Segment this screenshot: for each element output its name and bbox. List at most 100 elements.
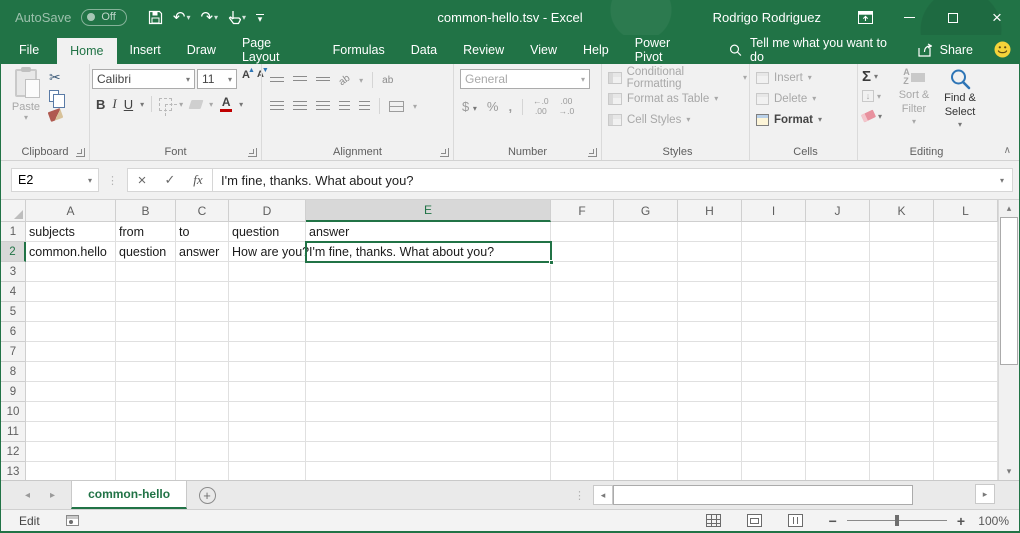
underline-button[interactable]: U	[124, 97, 133, 112]
cell-C7[interactable]	[176, 342, 229, 362]
row-header-4[interactable]: 4	[1, 282, 26, 302]
bold-button[interactable]: B	[96, 97, 105, 112]
column-header-G[interactable]: G	[614, 200, 678, 222]
ribbon-display-options-icon[interactable]	[843, 0, 887, 35]
cell-F8[interactable]	[551, 362, 614, 382]
undo-icon[interactable]: ↶▾	[170, 8, 194, 27]
sheet-nav-left-icon[interactable]: ◂	[25, 490, 30, 501]
cell-J10[interactable]	[806, 402, 870, 422]
scroll-left-icon[interactable]: ◂	[593, 485, 613, 505]
cell-E6[interactable]	[306, 322, 551, 342]
cell-F5[interactable]	[551, 302, 614, 322]
wrap-text-button[interactable]: ab	[382, 75, 393, 86]
cell-B12[interactable]	[116, 442, 176, 462]
cell-D8[interactable]	[229, 362, 306, 382]
cell-E12[interactable]	[306, 442, 551, 462]
cell-F3[interactable]	[551, 262, 614, 282]
sheet-tab-common-hello[interactable]: common-hello	[71, 481, 187, 509]
zoom-slider-thumb[interactable]	[895, 515, 899, 526]
sheet-nav-right-icon[interactable]: ▸	[50, 490, 55, 501]
cell-G8[interactable]	[614, 362, 678, 382]
touch-mode-dropdown-icon[interactable]: ▾	[242, 14, 246, 22]
cell-F6[interactable]	[551, 322, 614, 342]
cell-B1[interactable]: from	[116, 222, 176, 242]
cell-A1[interactable]: subjects	[26, 222, 116, 242]
cell-D2[interactable]: How are you?	[229, 242, 306, 262]
row-header-8[interactable]: 8	[1, 362, 26, 382]
cell-H8[interactable]	[678, 362, 742, 382]
cell-L13[interactable]	[934, 462, 998, 480]
cell-G7[interactable]	[614, 342, 678, 362]
tab-data[interactable]: Data	[398, 35, 450, 64]
paste-dropdown-icon[interactable]: ▾	[24, 113, 28, 122]
cell-K2[interactable]	[870, 242, 934, 262]
cell-F10[interactable]	[551, 402, 614, 422]
cell-L8[interactable]	[934, 362, 998, 382]
cell-G11[interactable]	[614, 422, 678, 442]
minimize-button[interactable]	[887, 0, 931, 35]
cell-F9[interactable]	[551, 382, 614, 402]
cell-E7[interactable]	[306, 342, 551, 362]
middle-align-button[interactable]	[293, 76, 307, 84]
row-header-10[interactable]: 10	[1, 402, 26, 422]
column-header-E[interactable]: E	[306, 200, 551, 222]
underline-dropdown-icon[interactable]: ▾	[140, 100, 144, 109]
cell-G10[interactable]	[614, 402, 678, 422]
horizontal-scrollbar[interactable]: ◂	[593, 481, 973, 509]
cell-C5[interactable]	[176, 302, 229, 322]
cell-L11[interactable]	[934, 422, 998, 442]
cell-A10[interactable]	[26, 402, 116, 422]
font-name-combo[interactable]: Calibri▾	[92, 69, 195, 89]
cell-J3[interactable]	[806, 262, 870, 282]
column-header-K[interactable]: K	[870, 200, 934, 222]
cell-A2[interactable]: common.hello	[26, 242, 116, 262]
vertical-scrollbar[interactable]: ▴ ▾	[998, 200, 1019, 480]
tab-insert[interactable]: Insert	[117, 35, 174, 64]
cell-J5[interactable]	[806, 302, 870, 322]
cell-L6[interactable]	[934, 322, 998, 342]
cell-D13[interactable]	[229, 462, 306, 480]
format-cells-button[interactable]: Format▾	[756, 111, 822, 128]
sort-filter-button[interactable]: AZ Sort & Filter ▾	[892, 68, 936, 127]
cell-C13[interactable]	[176, 462, 229, 480]
cell-D10[interactable]	[229, 402, 306, 422]
scroll-right-icon[interactable]: ▸	[975, 484, 995, 504]
cell-B10[interactable]	[116, 402, 176, 422]
cell-F12[interactable]	[551, 442, 614, 462]
column-header-I[interactable]: I	[742, 200, 806, 222]
cell-H3[interactable]	[678, 262, 742, 282]
font-size-combo[interactable]: 11▾	[197, 69, 237, 89]
bottom-align-button[interactable]	[316, 77, 330, 84]
format-painter-button[interactable]	[49, 107, 65, 123]
increase-indent-button[interactable]	[359, 101, 370, 111]
cell-E1[interactable]: answer	[306, 222, 551, 242]
customize-qat-icon[interactable]: ▾	[253, 12, 267, 24]
align-left-button[interactable]	[270, 101, 284, 111]
cut-button[interactable]: ✂	[49, 69, 65, 85]
cell-I11[interactable]	[742, 422, 806, 442]
insert-function-button[interactable]: fx	[184, 172, 212, 188]
page-layout-view-button[interactable]	[747, 514, 762, 527]
zoom-out-icon[interactable]: −	[829, 513, 837, 529]
cell-A5[interactable]	[26, 302, 116, 322]
tab-view[interactable]: View	[517, 35, 570, 64]
row-header-11[interactable]: 11	[1, 422, 26, 442]
cell-F1[interactable]	[551, 222, 614, 242]
scrollbar-resize-dots[interactable]: ⋮	[566, 481, 593, 509]
cell-F4[interactable]	[551, 282, 614, 302]
cell-H7[interactable]	[678, 342, 742, 362]
cell-J1[interactable]	[806, 222, 870, 242]
cell-E13[interactable]	[306, 462, 551, 480]
tab-file[interactable]: File	[1, 35, 57, 64]
page-break-preview-button[interactable]	[788, 514, 803, 527]
cell-C2[interactable]: answer	[176, 242, 229, 262]
cell-I3[interactable]	[742, 262, 806, 282]
cell-K10[interactable]	[870, 402, 934, 422]
select-all-corner[interactable]	[1, 200, 26, 222]
touch-mouse-mode-icon[interactable]: ▾	[225, 8, 249, 27]
scroll-down-icon[interactable]: ▾	[999, 463, 1019, 480]
cell-J2[interactable]	[806, 242, 870, 262]
cell-B8[interactable]	[116, 362, 176, 382]
share-button[interactable]: Share	[906, 43, 985, 57]
cell-E10[interactable]	[306, 402, 551, 422]
